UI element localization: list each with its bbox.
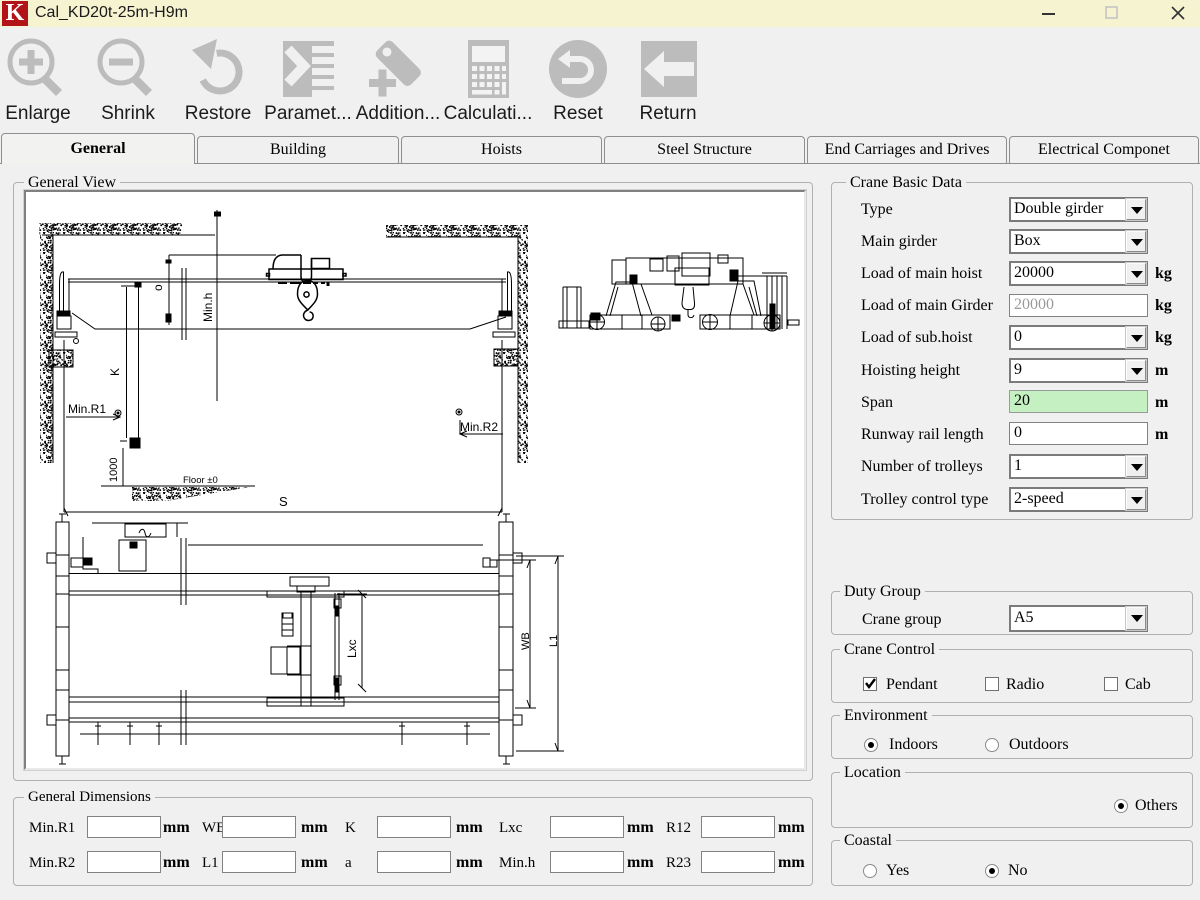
svg-text:o: o (151, 284, 165, 291)
svg-text:Lxc: Lxc (345, 639, 359, 658)
svg-text:Min.h: Min.h (201, 293, 215, 322)
svg-text:WB: WB (520, 632, 532, 650)
svg-text:Min.R2: Min.R2 (460, 420, 498, 434)
svg-text:K: K (108, 368, 122, 376)
svg-text:Floor ±0: Floor ±0 (183, 475, 218, 486)
svg-text:S: S (279, 494, 288, 509)
svg-text:L1: L1 (548, 635, 560, 647)
svg-text:1000: 1000 (108, 458, 120, 482)
svg-text:Min.R1: Min.R1 (68, 402, 106, 416)
